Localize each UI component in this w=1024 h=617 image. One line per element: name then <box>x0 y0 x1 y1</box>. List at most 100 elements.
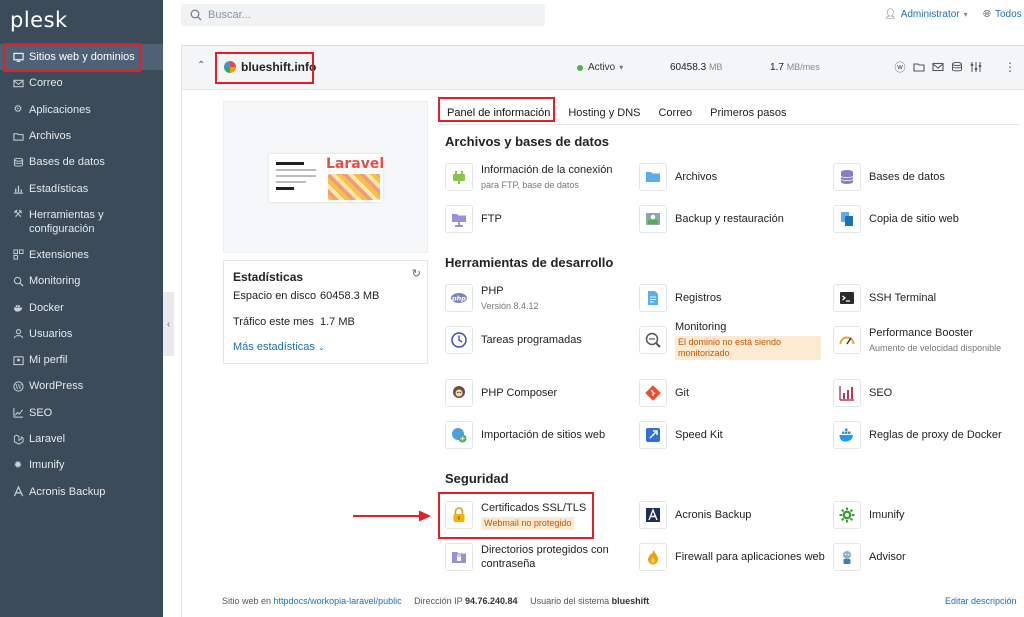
sidebar-item-mail[interactable]: Correo <box>0 70 163 96</box>
sidebar-item-imunify[interactable]: ✹ Imunify <box>0 452 163 478</box>
tile-php-composer[interactable]: PHP Composer <box>445 375 635 411</box>
lock-icon <box>445 501 473 529</box>
sidebar-item-monitoring[interactable]: Monitoring <box>0 268 163 294</box>
tile-label: Monitoring <box>675 321 727 333</box>
tile-ssl-certificates[interactable]: Certificados SSL/TLS Webmail no protegido <box>445 497 635 533</box>
status-dropdown[interactable]: Activo ▾ <box>577 62 623 73</box>
wordpress-icon: W <box>12 380 24 392</box>
tile-logs[interactable]: Registros <box>639 280 829 316</box>
docker-icon <box>833 421 861 449</box>
advisor-icon <box>833 543 861 571</box>
tile-label: Git <box>675 387 690 399</box>
sidebar-item-label: WordPress <box>29 380 84 393</box>
database-icon[interactable] <box>951 61 963 73</box>
sidebar-item-users[interactable]: Usuarios <box>0 321 163 347</box>
tile-subtitle: Aumento de velocidad disponible <box>869 342 1002 353</box>
tile-imunify[interactable]: Imunify <box>833 497 1023 533</box>
sidebar-item-websites[interactable]: Sitios web y dominios <box>0 44 163 71</box>
search-input[interactable]: Buscar... <box>181 4 545 26</box>
user-menu[interactable]: 👤︎ Administrator ▾ <box>884 9 968 20</box>
footer-ip-label: Dirección IP <box>414 596 463 606</box>
tile-docker-proxy[interactable]: Reglas de proxy de Docker <box>833 417 1023 453</box>
tile-website-import[interactable]: Importación de sitios web <box>445 417 635 453</box>
settings-sliders-icon[interactable] <box>970 61 982 73</box>
more-statistics-link[interactable]: Más estadísticas ⌄ <box>233 341 325 353</box>
sidebar-item-applications[interactable]: ⚙ Aplicaciones <box>0 97 163 123</box>
folder-icon[interactable] <box>913 61 925 73</box>
tile-ftp[interactable]: FTP <box>445 201 635 237</box>
more-options-icon[interactable]: ⋮ <box>1004 60 1016 74</box>
sidebar-item-wordpress[interactable]: W WordPress <box>0 373 163 399</box>
tile-scheduled-tasks[interactable]: Tareas programadas <box>445 322 635 358</box>
collapse-sidebar-button[interactable]: ‹ <box>163 292 174 356</box>
tile-waf[interactable]: Firewall para aplicaciones web <box>639 539 829 575</box>
sidebar-item-files[interactable]: Archivos <box>0 123 163 149</box>
tile-backup[interactable]: Backup y restauración <box>639 201 829 237</box>
refresh-icon[interactable]: ↻ <box>412 267 421 280</box>
quick-actions: ⓦ <box>894 61 982 74</box>
tab-mail[interactable]: Correo <box>651 102 699 124</box>
tile-protected-dirs[interactable]: Directorios protegidos con contraseña <box>445 539 635 575</box>
tile-databases[interactable]: Bases de datos <box>833 159 1023 195</box>
traffic-unit: MB/mes <box>786 62 820 72</box>
tile-performance-booster[interactable]: Performance Booster Aumento de velocidad … <box>833 322 1018 358</box>
ftp-icon <box>445 205 473 233</box>
tile-monitoring[interactable]: Monitoring El dominio no está siendo moni… <box>639 321 829 360</box>
site-preview[interactable]: Laravel <box>223 101 428 253</box>
tile-label: Firewall para aplicaciones web <box>675 551 825 563</box>
sidebar-item-label: Acronis Backup <box>29 485 106 498</box>
sidebar-item-seo[interactable]: SEO <box>0 400 163 426</box>
sidebar-item-label: Extensiones <box>29 248 89 261</box>
tile-label: Speed Kit <box>675 429 723 441</box>
edit-description-link[interactable]: Editar descripción <box>945 596 1017 606</box>
sidebar-item-acronis[interactable]: Acronis Backup <box>0 478 163 504</box>
sidebar-item-tools[interactable]: ⚒ Herramientas y configuración <box>0 202 163 242</box>
tab-hosting-dns[interactable]: Hosting y DNS <box>561 102 647 124</box>
footer-ip-value: 94.76.240.84 <box>465 596 518 606</box>
wordpress-icon[interactable]: ⓦ <box>894 61 906 74</box>
fire-icon <box>639 543 667 571</box>
tile-speed-kit[interactable]: Speed Kit <box>639 417 829 453</box>
tile-php[interactable]: php PHP Versión 8.4.12 <box>445 280 635 316</box>
tile-advisor[interactable]: Advisor <box>833 539 1023 575</box>
tile-seo[interactable]: SEO <box>833 375 1023 411</box>
tile-label: SEO <box>869 387 893 399</box>
tile-connection-info[interactable]: Información de la conexión para FTP, base… <box>445 159 635 195</box>
tab-dashboard[interactable]: Panel de información <box>440 102 557 124</box>
bar-chart-icon <box>12 183 24 195</box>
tile-label: Acronis Backup <box>675 509 752 521</box>
domain-name[interactable]: blueshift.info <box>241 60 316 74</box>
stat-disk: Espacio en disco 60458.3 MB <box>233 290 379 302</box>
stat-traffic-label: Tráfico este mes <box>233 316 314 328</box>
tab-getting-started[interactable]: Primeros pasos <box>703 102 793 124</box>
plesk-logo[interactable]: plesk <box>10 8 68 32</box>
imunify-icon: ✹ <box>13 459 23 471</box>
domain-footer: Sitio web en httpdocs/workopia-laravel/p… <box>222 596 649 606</box>
domain-card-header: ⌃ blueshift.info Activo ▾ 60458.3 MB 1.7… <box>182 46 1024 90</box>
chevron-up-icon[interactable]: ⌃ <box>197 60 205 71</box>
mail-icon[interactable] <box>932 61 944 73</box>
domain-tabs: Panel de información Hosting y DNS Corre… <box>440 102 798 124</box>
tile-files[interactable]: Archivos <box>639 159 829 195</box>
tile-website-copy[interactable]: Copia de sitio web <box>833 201 1023 237</box>
docker-icon <box>12 302 24 314</box>
tile-ssh-terminal[interactable]: SSH Terminal <box>833 280 1023 316</box>
sidebar-item-databases[interactable]: Bases de datos <box>0 149 163 175</box>
subscription-selector[interactable]: 🌐︎ Todos <box>983 9 1022 20</box>
traffic-usage: 1.7 MB/mes <box>770 62 820 73</box>
tile-acronis-backup[interactable]: Acronis Backup <box>639 497 829 533</box>
ssl-warning: Webmail no protegido <box>481 516 575 530</box>
globe-icon: 🌐︎ <box>983 9 991 20</box>
sidebar-item-docker[interactable]: Docker <box>0 294 163 320</box>
sidebar-item-label: Imunify <box>29 459 65 472</box>
sidebar-item-laravel[interactable]: Laravel <box>0 426 163 452</box>
statistics-panel: Estadísticas ↻ Espacio en disco 60458.3 … <box>223 260 428 364</box>
tile-git[interactable]: Git <box>639 375 829 411</box>
footer-web-path-link[interactable]: httpdocs/workopia-laravel/public <box>274 596 402 606</box>
stat-traffic-value: 1.7 MB <box>320 316 355 328</box>
status-dot <box>577 64 583 71</box>
sidebar-item-label: Herramientas y configuración <box>29 208 104 235</box>
sidebar-item-statistics[interactable]: Estadísticas <box>0 175 163 201</box>
sidebar-item-profile[interactable]: Mi perfil <box>0 347 163 373</box>
sidebar-item-extensions[interactable]: Extensiones <box>0 242 163 268</box>
